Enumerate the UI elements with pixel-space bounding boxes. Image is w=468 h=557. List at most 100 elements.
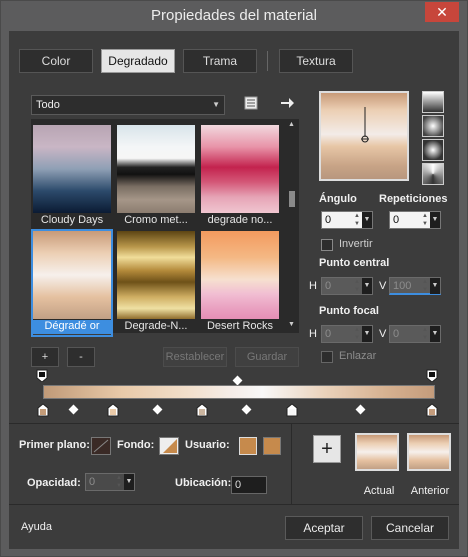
gallery-item-label: Cloudy Days (40, 214, 104, 226)
center-v-value: 100 (393, 280, 412, 292)
chevron-down-icon[interactable]: ▼ (430, 212, 440, 228)
link-label: Enlazar (339, 350, 377, 362)
spin-arrows-icon[interactable]: ▲ ▼ (422, 212, 430, 228)
spin-arrows-icon[interactable]: ▲ ▼ (354, 212, 362, 228)
color-stop-marker[interactable] (286, 403, 298, 417)
current-gradient-swatch[interactable] (355, 433, 399, 471)
invert-checkbox[interactable] (321, 239, 333, 251)
location-field[interactable]: 0 (231, 476, 267, 494)
color-midpoint-marker[interactable] (68, 404, 79, 415)
remove-gradient-button[interactable]: - (67, 347, 95, 367)
color-midpoint-marker[interactable] (152, 404, 163, 415)
reset-button[interactable]: Restablecer (163, 347, 227, 367)
color-midpoint-marker[interactable] (241, 404, 252, 415)
save-button[interactable]: Guardar (235, 347, 299, 367)
gallery-item[interactable]: Degrade-N... (117, 231, 195, 335)
spin-arrows-icon[interactable]: ▲ ▼ (422, 278, 430, 294)
tab-color[interactable]: Color (19, 49, 93, 73)
chevron-down-icon[interactable]: ▼ (362, 278, 372, 294)
chevron-down-icon[interactable]: ▼ (362, 212, 372, 228)
opacity-value: 0 (89, 476, 96, 488)
center-point-label: Punto central (319, 257, 390, 269)
color-stop-marker[interactable] (107, 403, 119, 417)
scroll-down-icon[interactable]: ▼ (288, 321, 295, 328)
ok-button[interactable]: Aceptar (285, 516, 363, 540)
user-color-swatch[interactable] (239, 437, 257, 455)
cancel-button[interactable]: Cancelar (371, 516, 449, 540)
opacity-field[interactable]: 0 ▲ ▼ ▼ (85, 473, 135, 491)
repeats-value: 0 (393, 214, 400, 226)
user-color-swatch-alt[interactable] (263, 437, 281, 455)
gallery-item-label: Degrade-N... (124, 320, 188, 332)
add-swatch-button[interactable]: + (313, 435, 341, 463)
center-h-value: 0 (325, 280, 332, 292)
scroll-up-icon[interactable]: ▲ (288, 121, 295, 128)
rectangular-style-icon[interactable] (422, 115, 444, 137)
color-stop-marker[interactable] (37, 403, 49, 417)
gallery-item-label: Cromo met... (124, 214, 188, 226)
focal-v-label: V (379, 328, 387, 340)
gradient-editor-bar[interactable] (43, 385, 435, 399)
window-title: Propiedades del material (151, 7, 317, 24)
add-gradient-button[interactable]: + (31, 347, 59, 367)
repeats-field[interactable]: 0 ▲ ▼ ▼ (389, 211, 441, 229)
tab-divider (267, 51, 268, 71)
tab-pattern[interactable]: Trama (183, 49, 257, 73)
gallery-item[interactable]: Desert Rocks (201, 231, 279, 335)
gradient-gallery: Cloudy Days Cromo met... degrade no... D… (31, 119, 299, 337)
arrow-right-icon[interactable] (279, 95, 295, 111)
center-v-field[interactable]: 100 ▲ ▼ ▼ (389, 277, 441, 295)
transparency-stop-marker[interactable] (36, 369, 48, 383)
foreground-label: Primer plano: (19, 439, 90, 451)
gradient-swatch (201, 231, 279, 319)
chevron-down-icon[interactable]: ▼ (430, 278, 440, 294)
scroll-thumb[interactable] (289, 191, 295, 207)
angle-field[interactable]: 0 ▲ ▼ ▼ (321, 211, 373, 229)
tab-gradient[interactable]: Degradado (101, 49, 175, 73)
repeats-label: Repeticiones (379, 193, 448, 205)
previous-gradient-swatch[interactable] (407, 433, 451, 471)
transparency-stop-marker[interactable] (426, 369, 438, 383)
help-link[interactable]: Ayuda (21, 521, 52, 533)
background-swatch[interactable] (159, 437, 179, 455)
focal-h-label: H (309, 328, 317, 340)
location-label: Ubicación: (175, 477, 232, 489)
gallery-item[interactable]: Cromo met... (117, 125, 195, 229)
color-midpoint-marker[interactable] (355, 404, 366, 415)
transparency-midpoint-marker[interactable] (232, 375, 243, 386)
chevron-down-icon[interactable]: ▼ (362, 326, 372, 342)
gradient-swatch (117, 125, 195, 213)
library-icon[interactable] (243, 95, 259, 111)
spin-arrows-icon[interactable]: ▲ ▼ (354, 326, 362, 342)
gradient-swatch (33, 231, 111, 319)
foreground-swatch[interactable] (91, 437, 111, 455)
link-checkbox[interactable] (321, 351, 333, 363)
color-stop-marker[interactable] (426, 403, 438, 417)
linear-style-icon[interactable] (422, 91, 444, 113)
tab-texture[interactable]: Textura (279, 49, 353, 73)
spin-arrows-icon[interactable]: ▲ ▼ (116, 474, 124, 490)
gallery-item[interactable]: Dégradé or (31, 229, 113, 337)
sunburst-style-icon[interactable] (422, 139, 444, 161)
color-stop-marker[interactable] (196, 403, 208, 417)
gradient-preview[interactable] (319, 91, 409, 181)
spin-arrows-icon[interactable]: ▲ ▼ (354, 278, 362, 294)
dialog-client-area: Color Degradado Trama Textura Todo ▼ Clo… (9, 31, 459, 549)
gallery-item[interactable]: degrade no... (201, 125, 279, 229)
focal-h-field[interactable]: 0 ▲ ▼ ▼ (321, 325, 373, 343)
center-h-field[interactable]: 0 ▲ ▼ ▼ (321, 277, 373, 295)
radial-style-icon[interactable] (422, 163, 444, 185)
focal-v-field[interactable]: 0 ▲ ▼ ▼ (389, 325, 441, 343)
chevron-down-icon[interactable]: ▼ (124, 474, 134, 490)
gallery-item-label: degrade no... (207, 214, 273, 226)
category-dropdown[interactable]: Todo ▼ (31, 95, 225, 115)
gallery-item[interactable]: Cloudy Days (33, 125, 111, 229)
chevron-down-icon[interactable]: ▼ (430, 326, 440, 342)
user-label: Usuario: (185, 439, 230, 451)
section-divider (9, 504, 459, 505)
gallery-scrollbar[interactable]: ▲ ▼ (287, 119, 297, 333)
close-button[interactable]: ✕ (425, 2, 459, 22)
invert-label: Invertir (339, 238, 373, 250)
spin-arrows-icon[interactable]: ▲ ▼ (422, 326, 430, 342)
focal-v-value: 0 (393, 328, 400, 340)
